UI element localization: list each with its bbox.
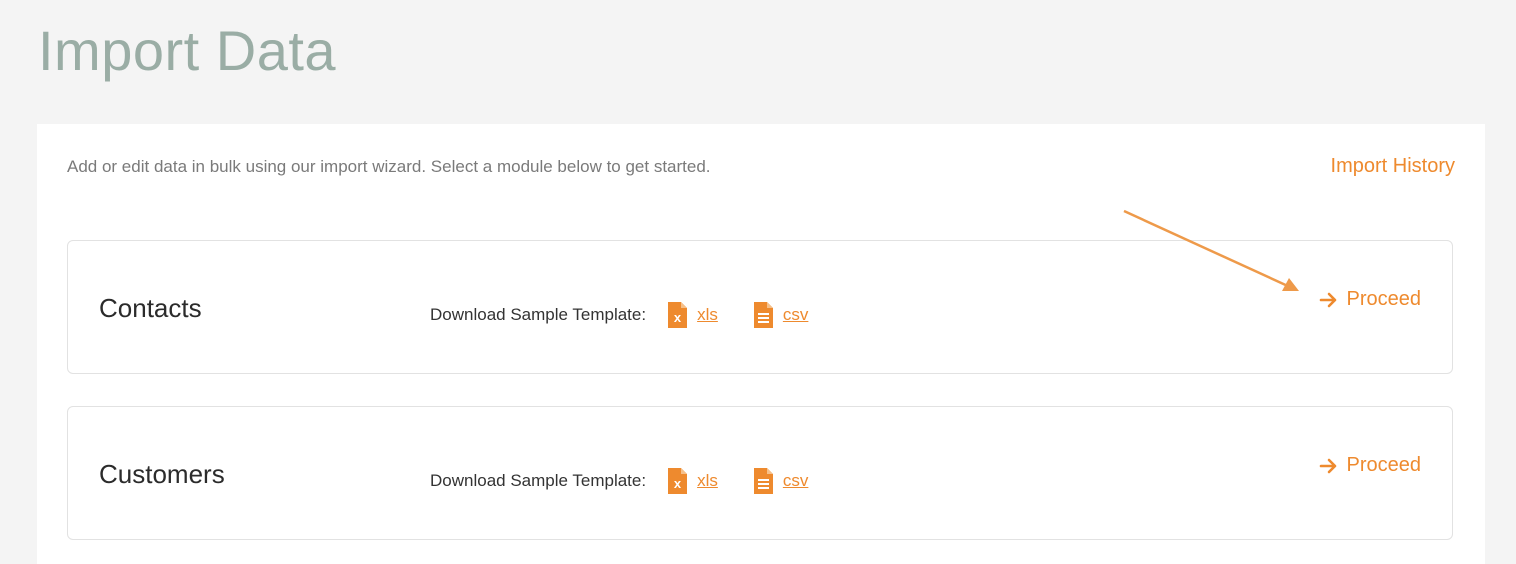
xls-link-label: xls (697, 471, 718, 490)
csv-link-label: csv (782, 471, 809, 490)
excel-file-icon: x (668, 468, 688, 494)
excel-file-icon: x (668, 302, 688, 328)
document-file-icon (753, 468, 773, 494)
import-data-page: Import Data Add or edit data in bulk usi… (0, 0, 1516, 564)
proceed-button-contacts[interactable]: Proceed (1319, 288, 1422, 311)
page-title: Import Data (38, 19, 337, 82)
svg-text:x: x (674, 310, 682, 325)
sample-template-row: Download Sample Template: x xls csv (430, 301, 808, 329)
module-name: Customers (99, 459, 225, 489)
module-card-contacts: Contacts Download Sample Template: x xls (67, 240, 1453, 374)
import-panel: Add or edit data in bulk using our impor… (37, 124, 1485, 564)
module-name: Contacts (99, 293, 202, 323)
proceed-label: Proceed (1346, 288, 1422, 310)
arrow-right-icon (1319, 292, 1336, 307)
svg-text:x: x (674, 476, 682, 491)
proceed-button-customers[interactable]: Proceed (1319, 454, 1422, 477)
module-card-customers: Customers Download Sample Template: x xl… (67, 406, 1453, 540)
document-file-icon (753, 302, 773, 328)
proceed-label: Proceed (1346, 454, 1422, 476)
download-xls-link[interactable]: x xls (668, 468, 718, 494)
sample-template-label: Download Sample Template: (430, 305, 647, 324)
csv-link-label: csv (782, 305, 809, 324)
download-csv-link[interactable]: csv (753, 302, 809, 328)
sample-template-label: Download Sample Template: (430, 471, 647, 490)
sample-template-row: Download Sample Template: x xls csv (430, 467, 808, 495)
download-xls-link[interactable]: x xls (668, 302, 718, 328)
xls-link-label: xls (697, 305, 718, 324)
arrow-right-icon (1319, 458, 1336, 473)
intro-text: Add or edit data in bulk using our impor… (67, 157, 711, 176)
import-history-link[interactable]: Import History (1331, 153, 1455, 179)
download-csv-link[interactable]: csv (753, 468, 809, 494)
